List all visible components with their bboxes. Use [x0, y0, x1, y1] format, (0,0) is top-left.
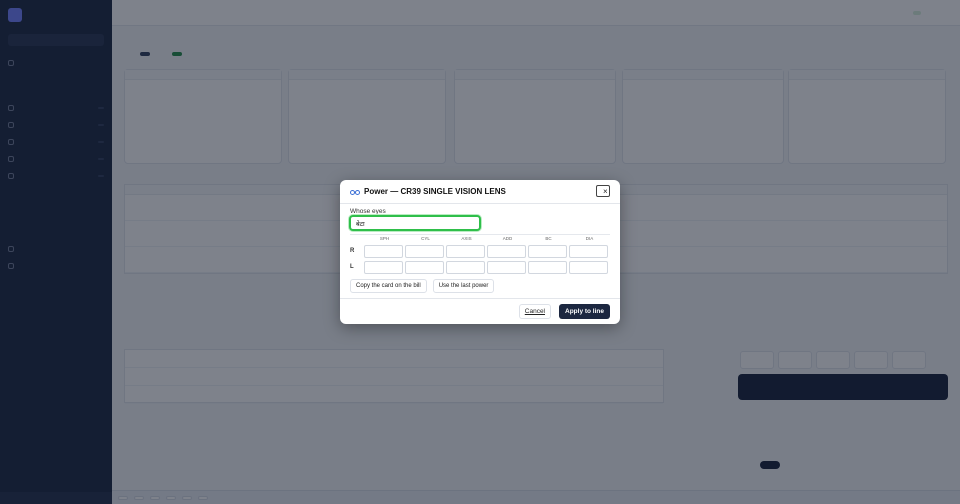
whose-eyes-input[interactable]: [349, 215, 481, 231]
left-dia-input[interactable]: [569, 260, 608, 274]
left-eye-row: L: [350, 259, 610, 275]
column-header-sph: SPH: [379, 236, 390, 241]
column-header-axis: AXIS: [461, 236, 472, 241]
right-add-input[interactable]: [487, 244, 526, 258]
cancel-button[interactable]: Cancel: [518, 304, 551, 319]
left-cyl-input[interactable]: [405, 260, 444, 274]
dialog-title: Power — CR39 SINGLE VISION LENS: [364, 187, 506, 196]
left-axis-input[interactable]: [446, 260, 485, 274]
right-sph-input[interactable]: [364, 244, 403, 258]
right-dia-input[interactable]: [569, 244, 608, 258]
use-last-power-button[interactable]: Use the last power: [432, 279, 495, 293]
eye-label-left: L: [350, 264, 354, 270]
power-dialog: Power — CR39 SINGLE VISION LENS × Whose …: [340, 180, 620, 324]
right-eye-row: R: [350, 243, 610, 259]
left-sph-input[interactable]: [364, 260, 403, 274]
column-header-add: ADD: [502, 236, 513, 241]
column-header-bc: BC: [545, 236, 552, 241]
right-cyl-input[interactable]: [405, 244, 444, 258]
close-icon[interactable]: ×: [596, 185, 610, 197]
dialog-header: Power — CR39 SINGLE VISION LENS: [350, 187, 506, 196]
whose-eyes-label: Whose eyes: [350, 208, 386, 215]
glasses-icon: [350, 189, 360, 195]
column-header-dia: DIA: [585, 236, 594, 241]
power-grid: SPH CYL AXIS ADD BC DIA R L: [350, 234, 610, 275]
divider: [340, 203, 620, 204]
power-shortcuts: Copy the card on the bill Use the last p…: [350, 279, 495, 293]
copy-card-button[interactable]: Copy the card on the bill: [350, 279, 427, 293]
power-grid-header: SPH CYL AXIS ADD BC DIA: [364, 234, 610, 243]
left-bc-input[interactable]: [528, 260, 567, 274]
left-add-input[interactable]: [487, 260, 526, 274]
eye-label-right: R: [350, 248, 355, 254]
apply-to-line-button[interactable]: Apply to line: [559, 304, 610, 319]
divider: [340, 298, 620, 299]
column-header-cyl: CYL: [421, 236, 430, 241]
right-bc-input[interactable]: [528, 244, 567, 258]
right-axis-input[interactable]: [446, 244, 485, 258]
dialog-footer: Cancel Apply to line: [518, 304, 610, 319]
